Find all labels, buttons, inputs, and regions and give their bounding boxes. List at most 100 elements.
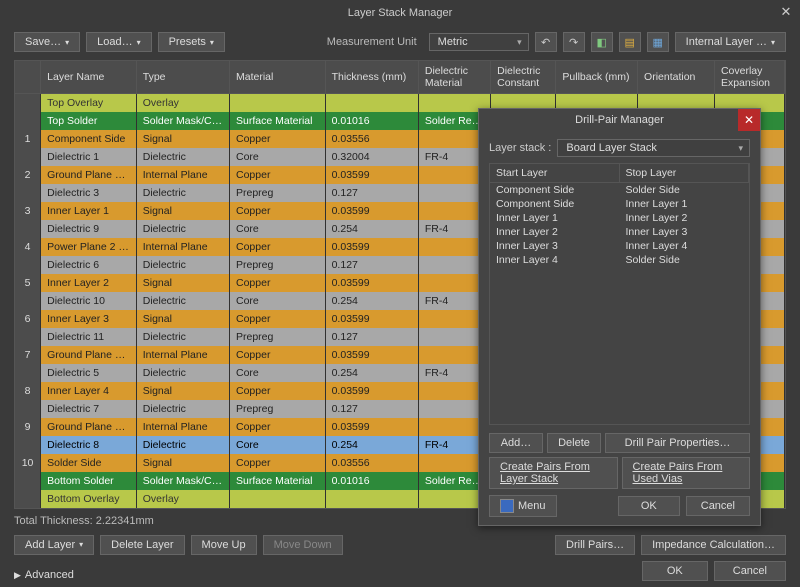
impedance-calc-button[interactable]: Impedance Calculation… [641,535,786,555]
tool-icon-2[interactable]: ▤ [619,32,641,52]
advanced-toggle[interactable]: ▶ Advanced [14,569,74,581]
cell-thk[interactable] [325,94,418,112]
cell-num[interactable] [15,328,41,346]
cell-thk[interactable]: 0.127 [325,184,418,202]
cell-name[interactable]: Inner Layer 3 [41,310,137,328]
column-header[interactable]: Layer Name [41,61,137,94]
cell-num[interactable] [15,256,41,274]
drill-pair-properties-button[interactable]: Drill Pair Properties… [605,433,750,453]
column-header[interactable]: Type [136,61,229,94]
cell-name[interactable]: Dielectric 11 [41,328,137,346]
column-header[interactable]: Material [230,61,326,94]
drill-pair-row[interactable]: Inner Layer 4Solder Side [490,253,749,267]
cell-name[interactable]: Dielectric 9 [41,220,137,238]
panel-add-button[interactable]: Add… [489,433,543,453]
panel-delete-button[interactable]: Delete [547,433,601,453]
cell-name[interactable]: Bottom Solder [41,472,137,490]
cell-thk[interactable] [325,490,418,508]
cell-type[interactable]: Solder Mask/Co… [136,112,229,130]
cell-mat[interactable]: Copper [230,418,326,436]
measurement-unit-select[interactable]: Metric [429,33,529,51]
cell-type[interactable]: Dielectric [136,148,229,166]
cell-thk[interactable]: 0.127 [325,328,418,346]
move-up-button[interactable]: Move Up [191,535,257,555]
cell-mat[interactable]: Core [230,220,326,238]
cell-name[interactable]: Ground Plane 2 … [41,418,137,436]
cell-type[interactable]: Dielectric [136,184,229,202]
cell-name[interactable]: Ground Plane 2 … [41,346,137,364]
cell-thk[interactable]: 0.03599 [325,418,418,436]
cell-type[interactable]: Overlay [136,490,229,508]
cell-mat[interactable]: Copper [230,202,326,220]
cell-name[interactable]: Top Solder [41,112,137,130]
cell-mat[interactable]: Copper [230,238,326,256]
column-header[interactable]: Orientation [638,61,715,94]
add-layer-button[interactable]: Add Layer▾ [14,535,94,555]
cell-num[interactable] [15,94,41,112]
cell-name[interactable]: Inner Layer 2 [41,274,137,292]
layer-stack-select[interactable]: Board Layer Stack [557,139,750,157]
cell-name[interactable]: Dielectric 5 [41,364,137,382]
move-down-button[interactable]: Move Down [263,535,343,555]
cell-type[interactable]: Dielectric [136,292,229,310]
cell-type[interactable]: Dielectric [136,364,229,382]
cell-num[interactable]: 4 [15,238,41,256]
column-header[interactable]: Pullback (mm) [556,61,638,94]
cell-num[interactable] [15,400,41,418]
cell-name[interactable]: Power Plane 2 (… [41,238,137,256]
undo-icon[interactable]: ↶ [535,32,557,52]
cell-type[interactable]: Signal [136,130,229,148]
cell-type[interactable]: Internal Plane [136,346,229,364]
cell-type[interactable]: Dielectric [136,256,229,274]
column-header[interactable] [15,61,41,94]
cell-name[interactable]: Inner Layer 4 [41,382,137,400]
panel-ok-button[interactable]: OK [618,496,680,516]
cell-thk[interactable]: 0.03599 [325,166,418,184]
cell-num[interactable]: 5 [15,274,41,292]
presets-button[interactable]: Presets▾ [158,32,225,52]
cell-type[interactable]: Internal Plane [136,238,229,256]
cell-num[interactable] [15,364,41,382]
cell-thk[interactable]: 0.03599 [325,238,418,256]
cell-thk[interactable]: 0.03599 [325,346,418,364]
cell-num[interactable]: 8 [15,382,41,400]
drill-pair-row[interactable]: Inner Layer 1Inner Layer 2 [490,211,749,225]
cell-name[interactable]: Inner Layer 1 [41,202,137,220]
cell-type[interactable]: Solder Mask/Co… [136,472,229,490]
cell-num[interactable]: 7 [15,346,41,364]
column-header[interactable]: Dielectric Constant [491,61,556,94]
cell-thk[interactable]: 0.03599 [325,382,418,400]
cell-name[interactable]: Bottom Overlay [41,490,137,508]
cell-num[interactable] [15,472,41,490]
cell-name[interactable]: Component Side [41,130,137,148]
cell-type[interactable]: Internal Plane [136,166,229,184]
drill-pair-list[interactable]: Start Layer Stop Layer Component SideSol… [489,163,750,425]
column-header[interactable]: Thickness (mm) [325,61,418,94]
cell-mat[interactable]: Core [230,148,326,166]
cell-thk[interactable]: 0.03599 [325,202,418,220]
cell-name[interactable]: Dielectric 8 [41,436,137,454]
cell-type[interactable]: Dielectric [136,400,229,418]
cell-thk[interactable]: 0.03599 [325,274,418,292]
cell-num[interactable] [15,184,41,202]
cell-num[interactable] [15,436,41,454]
cell-name[interactable]: Solder Side [41,454,137,472]
cell-mat[interactable]: Prepreg [230,400,326,418]
panel-menu-button[interactable]: Menu [489,495,557,517]
cell-thk[interactable]: 0.01016 [325,472,418,490]
drill-pair-row[interactable]: Inner Layer 2Inner Layer 3 [490,225,749,239]
tool-icon-3[interactable]: ▦ [647,32,669,52]
drill-pair-row[interactable]: Component SideInner Layer 1 [490,197,749,211]
cell-thk[interactable]: 0.254 [325,292,418,310]
cell-type[interactable]: Dielectric [136,436,229,454]
cell-thk[interactable]: 0.03556 [325,454,418,472]
cell-mat[interactable] [230,490,326,508]
cell-type[interactable]: Dielectric [136,220,229,238]
cell-num[interactable]: 6 [15,310,41,328]
drill-pair-row[interactable]: Inner Layer 3Inner Layer 4 [490,239,749,253]
cell-thk[interactable]: 0.254 [325,220,418,238]
cell-name[interactable]: Dielectric 1 [41,148,137,166]
cell-num[interactable]: 2 [15,166,41,184]
cell-thk[interactable]: 0.254 [325,364,418,382]
cell-mat[interactable] [230,94,326,112]
